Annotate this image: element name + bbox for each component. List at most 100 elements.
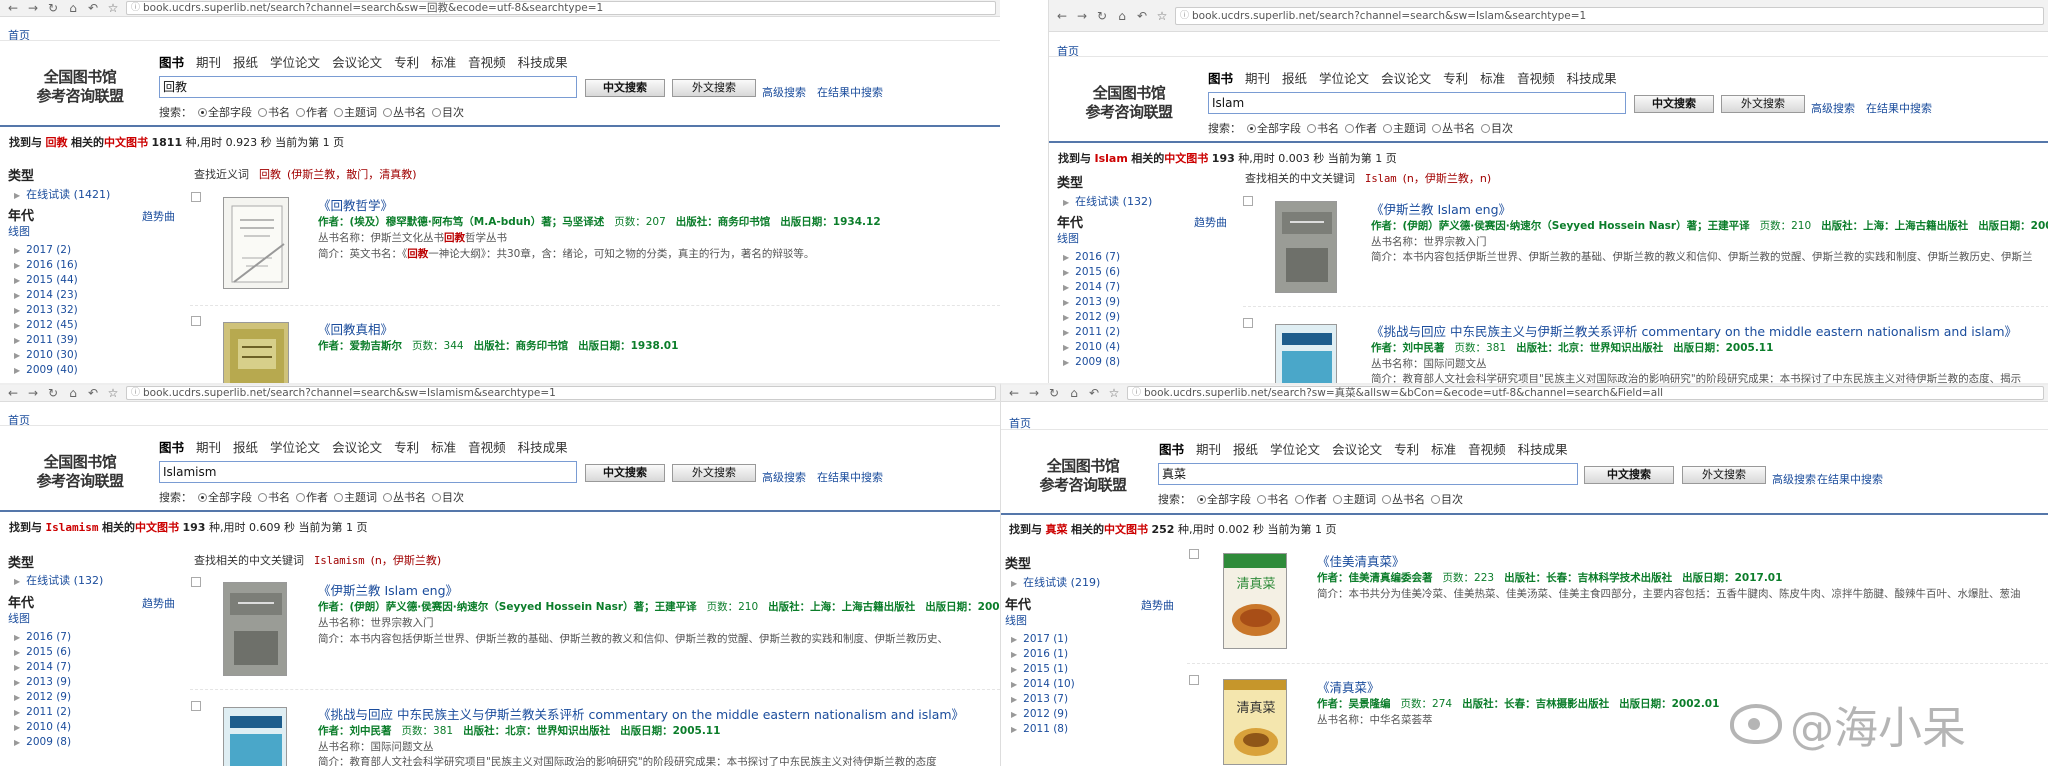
tab-newspapers[interactable]: 报纸 (233, 52, 258, 71)
search-input[interactable]: 回教 (159, 76, 577, 98)
radio-icon[interactable] (258, 107, 267, 117)
foreign-search-button[interactable]: 外文搜索 (1721, 95, 1805, 113)
year-item[interactable]: ▶ 2010 (30) (14, 348, 78, 363)
undo-icon[interactable]: ↶ (86, 386, 100, 400)
option-contents[interactable]: 目次 (1481, 120, 1513, 136)
option-series[interactable]: 丛书名 (383, 489, 426, 505)
option-all-fields[interactable]: 全部字段 (1247, 120, 1301, 136)
radio-icon[interactable] (432, 107, 441, 117)
online-read-filter[interactable]: ▶ 在线试读 (132) (1063, 193, 1152, 209)
book-cover[interactable] (223, 197, 289, 289)
book-cover[interactable]: 清真菜 (1223, 553, 1287, 649)
home-icon[interactable]: ⌂ (66, 1, 80, 15)
select-checkbox[interactable] (1189, 675, 1199, 685)
tab-theses[interactable]: 学位论文 (270, 437, 320, 456)
tab-achievements[interactable]: 科技成果 (518, 52, 568, 71)
year-item[interactable]: ▶ 2011 (2) (14, 705, 71, 720)
tab-books[interactable]: 图书 (1159, 439, 1184, 458)
radio-icon[interactable] (1383, 123, 1392, 133)
chinese-search-button[interactable]: 中文搜索 (585, 464, 665, 482)
year-item[interactable]: ▶ 2015 (44) (14, 273, 78, 288)
option-subject[interactable]: 主题词 (1333, 491, 1376, 507)
back-icon[interactable]: ← (6, 386, 20, 400)
library-logo[interactable]: 全国图书馆 参考咨询联盟 (28, 68, 132, 106)
tab-standards[interactable]: 标准 (1480, 68, 1505, 87)
tab-standards[interactable]: 标准 (431, 52, 456, 71)
option-subject[interactable]: 主题词 (334, 489, 377, 505)
option-title[interactable]: 书名 (1257, 491, 1289, 507)
select-checkbox[interactable] (1243, 318, 1253, 328)
book-title-link[interactable]: 《伊斯兰教 Islam eng》 (318, 580, 458, 599)
year-item[interactable]: ▶ 2015 (6) (14, 645, 71, 660)
search-input[interactable]: Islamism (159, 461, 577, 483)
year-item[interactable]: ▶ 2013 (9) (14, 675, 71, 690)
radio-icon[interactable] (432, 492, 441, 502)
search-in-results-link[interactable]: 在结果中搜索 (1866, 100, 1932, 116)
line-chart-link[interactable]: 线图 (1005, 612, 1027, 628)
search-input[interactable]: Islam (1208, 92, 1626, 114)
tab-achievements[interactable]: 科技成果 (1518, 439, 1568, 458)
radio-icon[interactable] (1481, 123, 1490, 133)
reload-icon[interactable]: ↻ (46, 1, 60, 15)
advanced-search-link[interactable]: 高级搜索 (1772, 471, 1816, 487)
year-item[interactable]: ▶ 2013 (32) (14, 303, 78, 318)
library-logo[interactable]: 全国图书馆 参考咨询联盟 (28, 453, 132, 491)
select-checkbox[interactable] (191, 316, 201, 326)
option-title[interactable]: 书名 (258, 489, 290, 505)
reload-icon[interactable]: ↻ (1047, 386, 1061, 400)
tab-achievements[interactable]: 科技成果 (518, 437, 568, 456)
select-checkbox[interactable] (191, 192, 201, 202)
year-item[interactable]: ▶ 2011 (8) (1011, 722, 1075, 737)
library-logo[interactable]: 全国图书馆 参考咨询联盟 (1031, 457, 1135, 495)
tab-patents[interactable]: 专利 (1443, 68, 1468, 87)
year-item[interactable]: ▶ 2014 (10) (1011, 677, 1075, 692)
year-item[interactable]: ▶ 2015 (1) (1011, 662, 1075, 677)
keyword-link[interactable]: Islam (1365, 173, 1397, 185)
book-title-link[interactable]: 《回教真相》 (318, 319, 393, 338)
search-in-results-link[interactable]: 在结果中搜索 (817, 84, 883, 100)
year-item[interactable]: ▶ 2016 (16) (14, 258, 78, 273)
online-read-filter[interactable]: ▶ 在线试读 (132) (14, 572, 103, 588)
tab-newspapers[interactable]: 报纸 (1282, 68, 1307, 87)
radio-icon[interactable] (1333, 494, 1342, 504)
tab-newspapers[interactable]: 报纸 (1233, 439, 1258, 458)
book-title-link[interactable]: 《佳美清真菜》 (1317, 551, 1405, 570)
year-item[interactable]: ▶ 2014 (23) (14, 288, 78, 303)
search-in-results-link[interactable]: 在结果中搜索 (1817, 471, 1883, 487)
select-checkbox[interactable] (1243, 196, 1253, 206)
tab-journals[interactable]: 期刊 (196, 437, 221, 456)
radio-icon[interactable] (1345, 123, 1354, 133)
tab-video[interactable]: 音视频 (1468, 439, 1506, 458)
undo-icon[interactable]: ↶ (1087, 386, 1101, 400)
radio-icon[interactable] (198, 492, 207, 502)
option-author[interactable]: 作者 (1295, 491, 1327, 507)
book-cover[interactable] (1275, 324, 1337, 383)
library-logo[interactable]: 全国图书馆 参考咨询联盟 (1077, 84, 1181, 122)
chinese-search-button[interactable]: 中文搜索 (585, 79, 665, 97)
select-checkbox[interactable] (191, 701, 201, 711)
tab-books[interactable]: 图书 (159, 52, 184, 71)
option-author[interactable]: 作者 (1345, 120, 1377, 136)
tab-journals[interactable]: 期刊 (1245, 68, 1270, 87)
select-checkbox[interactable] (191, 577, 201, 587)
radio-icon[interactable] (334, 107, 343, 117)
foreign-search-button[interactable]: 外文搜索 (1682, 466, 1766, 484)
book-title-link[interactable]: 《伊斯兰教 Islam eng》 (1371, 199, 1511, 218)
advanced-search-link[interactable]: 高级搜索 (762, 84, 806, 100)
radio-icon[interactable] (1257, 494, 1266, 504)
option-title[interactable]: 书名 (1307, 120, 1339, 136)
tab-conference[interactable]: 会议论文 (332, 437, 382, 456)
book-cover[interactable] (223, 322, 289, 383)
line-chart-link[interactable]: 线图 (1057, 230, 1079, 246)
tab-books[interactable]: 图书 (159, 437, 184, 456)
option-author[interactable]: 作者 (296, 104, 328, 120)
radio-icon[interactable] (258, 492, 267, 502)
option-title[interactable]: 书名 (258, 104, 290, 120)
back-icon[interactable]: ← (6, 1, 20, 15)
year-item[interactable]: ▶ 2017 (1) (1011, 632, 1075, 647)
year-item[interactable]: ▶ 2014 (7) (1063, 280, 1120, 295)
year-item[interactable]: ▶ 2017 (2) (14, 243, 78, 258)
tab-video[interactable]: 音视频 (468, 52, 506, 71)
radio-icon[interactable] (1431, 494, 1440, 504)
option-all-fields[interactable]: 全部字段 (1197, 491, 1251, 507)
